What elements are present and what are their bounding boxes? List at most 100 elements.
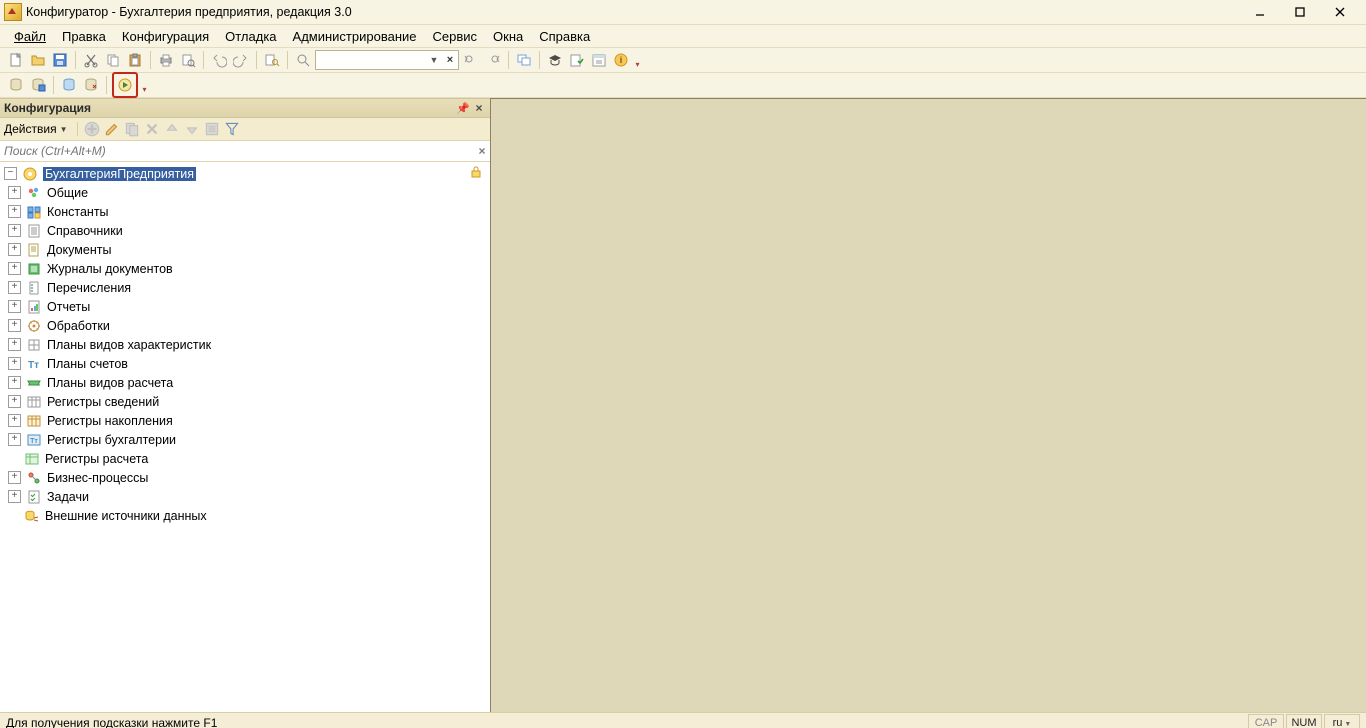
tree-item[interactable]: Справочники — [0, 221, 490, 240]
tree-item[interactable]: Бизнес-процессы — [0, 468, 490, 487]
calendar-icon[interactable] — [589, 50, 609, 70]
tree-item[interactable]: Перечисления — [0, 278, 490, 297]
cut-icon[interactable] — [81, 50, 101, 70]
tasks-icon — [26, 489, 42, 505]
tree-item[interactable]: Регистры расчета — [0, 449, 490, 468]
menu-help[interactable]: Справка — [531, 27, 598, 46]
panel-actions-drop-icon[interactable]: ▼ — [60, 125, 72, 134]
delete-icon[interactable] — [143, 120, 161, 138]
panel-actions-label[interactable]: Действия — [4, 122, 58, 136]
tree-item[interactable]: Регистры сведений — [0, 392, 490, 411]
tree-item[interactable]: Константы — [0, 202, 490, 221]
db-rollback-icon[interactable] — [81, 75, 101, 95]
tree-item[interactable]: Журналы документов — [0, 259, 490, 278]
filter-icon[interactable] — [223, 120, 241, 138]
tree-expander[interactable] — [8, 357, 21, 370]
tree-item[interactable]: Общие — [0, 183, 490, 202]
edit-icon[interactable] — [103, 120, 121, 138]
windows-icon[interactable] — [514, 50, 534, 70]
toolbar-overflow-icon[interactable]: ▾ — [633, 49, 642, 71]
tree-expander[interactable] — [8, 224, 21, 237]
find-prev-icon[interactable] — [461, 50, 481, 70]
search-combo[interactable]: ▼ × — [315, 50, 459, 70]
menu-debug[interactable]: Отладка — [217, 27, 284, 46]
undo-icon[interactable] — [209, 50, 229, 70]
find-next-icon[interactable] — [483, 50, 503, 70]
zoom-icon[interactable] — [293, 50, 313, 70]
tree-expander[interactable] — [8, 490, 21, 503]
new-file-icon[interactable] — [6, 50, 26, 70]
move-down-icon[interactable] — [183, 120, 201, 138]
tree-expander[interactable] — [8, 205, 21, 218]
close-button[interactable] — [1320, 2, 1360, 22]
status-hint: Для получения подсказки нажмите F1 — [6, 716, 217, 728]
panel-search-clear-icon[interactable]: × — [474, 144, 490, 158]
status-lang[interactable]: ru▼ — [1324, 714, 1360, 728]
panel-search-row: × — [0, 141, 490, 162]
tree-item[interactable]: ТтПланы счетов — [0, 354, 490, 373]
tree-item[interactable]: Планы видов расчета — [0, 373, 490, 392]
search-drop-icon[interactable]: ▼ — [427, 52, 441, 68]
print-preview-icon[interactable] — [178, 50, 198, 70]
search-clear-icon[interactable]: × — [443, 52, 457, 68]
tree-expander[interactable] — [8, 300, 21, 313]
db-update-icon[interactable] — [59, 75, 79, 95]
panel-search-input[interactable] — [0, 142, 474, 160]
db-open-icon[interactable] — [6, 75, 26, 95]
tree-item[interactable]: Документы — [0, 240, 490, 259]
menu-windows[interactable]: Окна — [485, 27, 531, 46]
calc-registers-icon — [24, 451, 40, 467]
graduate-icon[interactable] — [545, 50, 565, 70]
tree-expander[interactable] — [8, 338, 21, 351]
tree-expander[interactable] — [8, 376, 21, 389]
menu-config[interactable]: Конфигурация — [114, 27, 217, 46]
menu-service[interactable]: Сервис — [425, 27, 486, 46]
syntax-check-icon[interactable] — [567, 50, 587, 70]
tree-expander[interactable] — [8, 433, 21, 446]
menu-admin[interactable]: Администрирование — [285, 27, 425, 46]
tree-item[interactable]: Планы видов характеристик — [0, 335, 490, 354]
copy-icon[interactable] — [103, 50, 123, 70]
start-debug-button[interactable] — [112, 72, 138, 98]
tree-expander[interactable] — [8, 414, 21, 427]
print-icon[interactable] — [156, 50, 176, 70]
maximize-button[interactable] — [1280, 2, 1320, 22]
tree-expander[interactable] — [8, 186, 21, 199]
status-cap: CAP — [1248, 714, 1284, 728]
tree-expander[interactable] — [8, 471, 21, 484]
save-icon[interactable] — [50, 50, 70, 70]
add-icon[interactable] — [83, 120, 101, 138]
find-icon[interactable] — [262, 50, 282, 70]
panel-close-icon[interactable]: × — [472, 101, 486, 115]
tree-item[interactable]: Внешние источники данных — [0, 506, 490, 525]
copy-item-icon[interactable] — [123, 120, 141, 138]
minimize-button[interactable] — [1240, 2, 1280, 22]
dataprocessors-icon — [26, 318, 42, 334]
tree-expander[interactable] — [8, 243, 21, 256]
debug-overflow-icon[interactable]: ▾ — [140, 74, 149, 96]
configuration-tree[interactable]: БухгалтерияПредприятия Общие Константы С… — [0, 162, 490, 712]
db-save-icon[interactable] — [28, 75, 48, 95]
move-up-icon[interactable] — [163, 120, 181, 138]
tree-expander[interactable] — [8, 262, 21, 275]
tree-item[interactable]: Отчеты — [0, 297, 490, 316]
char-plans-icon — [26, 337, 42, 353]
open-folder-icon[interactable] — [28, 50, 48, 70]
help-icon[interactable]: i — [611, 50, 631, 70]
tree-item[interactable]: Обработки — [0, 316, 490, 335]
tree-root[interactable]: БухгалтерияПредприятия — [0, 164, 490, 183]
tree-item[interactable]: Регистры накопления — [0, 411, 490, 430]
tree-item[interactable]: TтРегистры бухгалтерии — [0, 430, 490, 449]
sort-icon[interactable] — [203, 120, 221, 138]
external-data-icon — [24, 508, 40, 524]
tree-root-expander[interactable] — [4, 167, 17, 180]
tree-expander[interactable] — [8, 281, 21, 294]
pin-icon[interactable]: 📌 — [456, 101, 470, 115]
redo-icon[interactable] — [231, 50, 251, 70]
paste-icon[interactable] — [125, 50, 145, 70]
tree-item[interactable]: Задачи — [0, 487, 490, 506]
menu-edit[interactable]: Правка — [54, 27, 114, 46]
menu-file[interactable]: Файл — [6, 27, 54, 46]
tree-expander[interactable] — [8, 319, 21, 332]
tree-expander[interactable] — [8, 395, 21, 408]
